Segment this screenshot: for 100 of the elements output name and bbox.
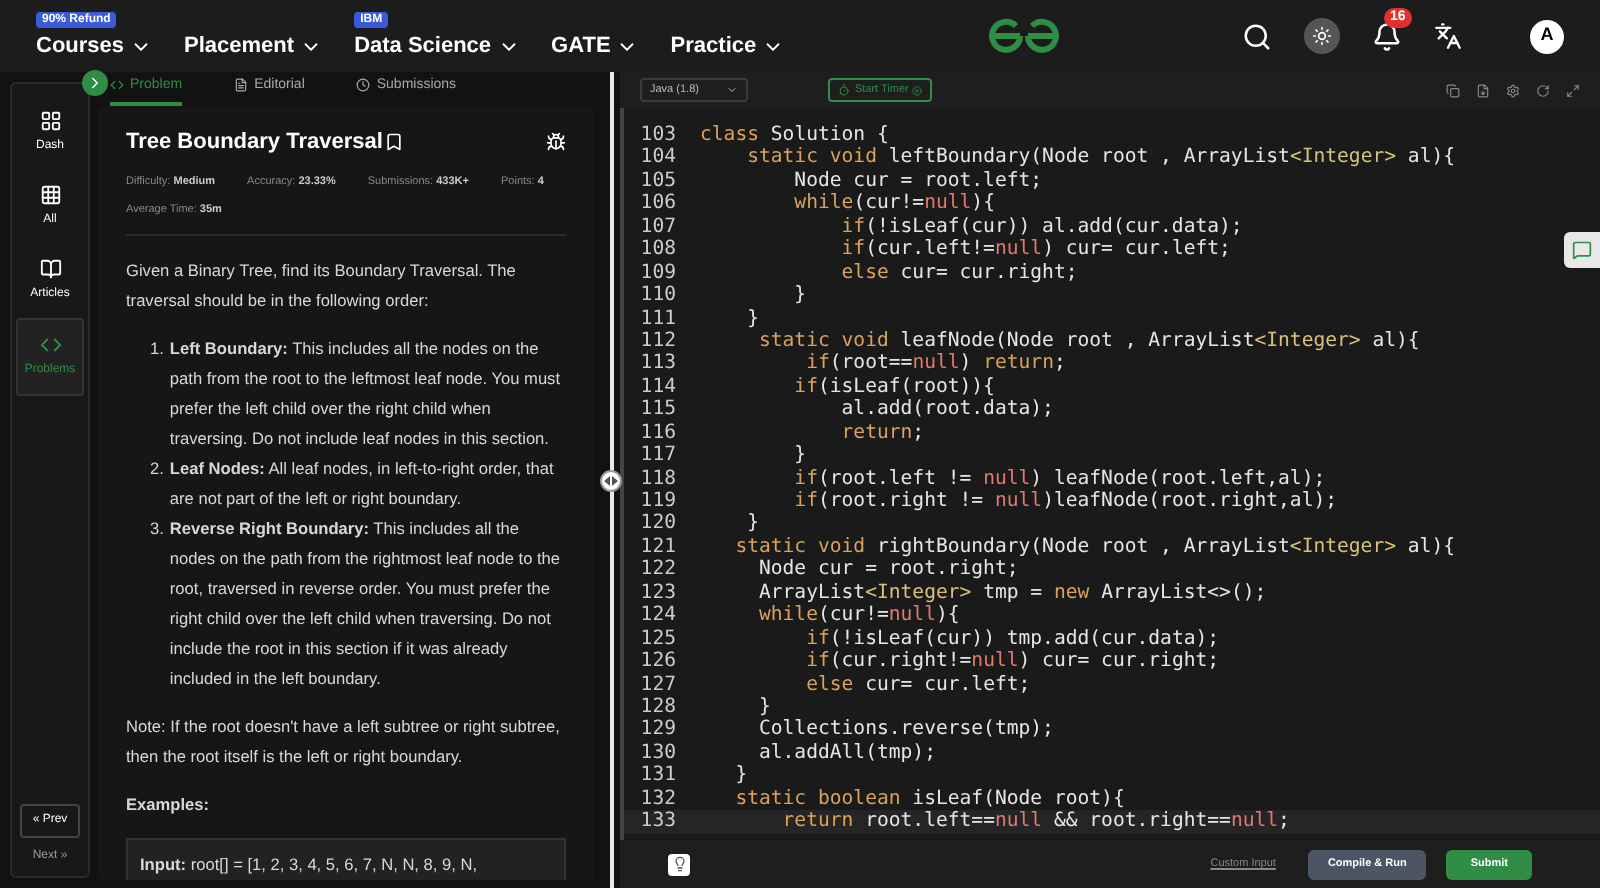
tab-icon <box>110 78 124 93</box>
line-number: 111 <box>638 307 678 330</box>
code-line: static void rightBoundary(Node root , ArrayList<Integer> al){ <box>733 535 1456 559</box>
code-line: if(!isLeaf(cur)) tmp.add(cur.data); <box>804 627 1220 651</box>
line-number: 107 <box>638 215 678 239</box>
problem-description: Given a Binary Tree, find its Boundary Traversal. The traversal should be in the following order: <box>126 258 518 314</box>
line-number: 104 <box>638 146 678 170</box>
sidebar-item-icon <box>39 258 61 280</box>
line-number: 117 <box>638 444 678 468</box>
code-line: Node cur = root.left; <box>792 169 1043 193</box>
code-line: while(cur!=null){ <box>756 604 960 628</box>
expand-button[interactable] <box>82 70 108 96</box>
sidebar-item-icon <box>39 184 61 206</box>
line-number: 128 <box>638 695 678 719</box>
code-line: static void leftBoundary(Node root , ArrayList<Integer> al){ <box>745 146 1456 170</box>
chat-icon <box>1572 240 1592 260</box>
bookmark-icon[interactable] <box>384 132 405 153</box>
code-line: ArrayList<Integer> tmp = new ArrayList<>(); <box>756 581 1267 605</box>
tab-icon <box>234 78 249 93</box>
code-line: } <box>745 512 759 536</box>
line-number: 121 <box>638 535 678 559</box>
code-line: al.addAll(tmp); <box>756 741 936 765</box>
line-number: 113 <box>638 352 678 376</box>
line-number: 129 <box>638 718 678 742</box>
fullscreen-icon[interactable] <box>1566 83 1580 97</box>
code-line: while(cur!=null){ <box>792 192 995 216</box>
code-line: if(isLeaf(root)){ <box>792 375 995 399</box>
code-line: al.add(root.data); <box>839 398 1054 422</box>
code-line: } <box>792 444 807 468</box>
code-line: if(!isLeaf(cur)) al.add(cur.data); <box>839 215 1243 239</box>
copy-icon[interactable] <box>1446 83 1460 97</box>
hint-button[interactable] <box>668 853 690 875</box>
line-number: 131 <box>638 764 678 788</box>
line-number: 103 <box>638 124 678 147</box>
line-number: 114 <box>638 375 678 399</box>
nav-menu-item[interactable]: GATE <box>551 29 639 63</box>
examples-heading: Examples: <box>126 792 212 818</box>
chat-button[interactable] <box>1564 232 1600 268</box>
code-line: } <box>792 284 807 307</box>
logo-icon <box>983 18 1064 54</box>
line-number: 106 <box>638 192 678 216</box>
theme-toggle-button[interactable] <box>1304 18 1340 54</box>
sidebar-item-icon <box>39 110 61 132</box>
line-number: 110 <box>638 284 678 307</box>
chevron-right-icon <box>86 74 104 92</box>
line-number: 125 <box>638 627 678 651</box>
line-number: 124 <box>638 604 678 628</box>
line-number: 112 <box>638 329 678 353</box>
line-number: 127 <box>638 673 678 696</box>
code-line: Node cur = root.right; <box>756 558 1019 582</box>
problem-title: Tree Boundary Traversal <box>126 128 383 158</box>
line-number: 109 <box>638 261 678 285</box>
code-line: if(root.left != null) leafNode(root.left,al); <box>792 467 1326 490</box>
chevron-down-icon <box>726 84 739 96</box>
line-number: 132 <box>638 787 678 811</box>
search-icon[interactable] <box>1242 21 1272 51</box>
code-line: if(root.right != null)leafNode(root.right,al); <box>792 490 1338 513</box>
note-text: Note: If the root doesn't have a left subtree or right subtree, then the root itself is the left or right boundary. <box>126 714 562 770</box>
list-item-text: Reverse Right Boundary: This includes all the nodes on the path from the rightmost leaf node to the root, traversed in reverse order. You must prefer the right child over the left child when traversing. Do not include the root in this section if it was already included in the left boundary. <box>169 516 563 692</box>
list-number: 1. <box>150 336 164 362</box>
code-line: else cur= cur.right; <box>839 261 1078 285</box>
list-number: 3. <box>150 516 164 542</box>
code-line: static void leafNode(Node root , ArrayList<Integer> al){ <box>756 329 1420 353</box>
timer-icon <box>838 84 851 96</box>
notification-icon[interactable] <box>1372 21 1402 51</box>
code-line: if(cur.right!=null) cur= cur.right; <box>804 650 1220 673</box>
reset-icon[interactable] <box>1536 83 1550 97</box>
line-number: 108 <box>638 238 678 262</box>
resize-handle[interactable] <box>600 469 622 491</box>
settings-icon[interactable] <box>1506 83 1520 97</box>
nav-menu-item[interactable]: Courses <box>36 29 153 63</box>
line-number: 122 <box>638 558 678 582</box>
line-number: 116 <box>638 421 678 445</box>
list-number: 2. <box>150 456 164 482</box>
list-item-text: Leaf Nodes: All leaf nodes, in left-to-right order, that are not part of the left or right boundary. <box>169 456 556 512</box>
line-number: 105 <box>638 169 678 193</box>
code-line: static boolean isLeaf(Node root){ <box>733 787 1125 811</box>
sun-icon <box>1312 26 1332 46</box>
example-input-text: Input: root[] = [1, 2, 3, 4, 5, 6, 7, N, N, 8, 9, N, <box>140 854 478 874</box>
list-item-text: Left Boundary: This includes all the nodes on the path from the root to the leftmost leaf node. You must prefer the left child over the right child when traversing. Do not include leaf nodes in this section. <box>169 336 563 452</box>
code-line: if(root==null) return; <box>804 352 1066 376</box>
nav-menu-item[interactable]: Practice <box>670 29 785 63</box>
nav-menu-item[interactable]: Data Science <box>354 29 520 63</box>
line-number: 123 <box>638 581 678 605</box>
nav-menu-item[interactable]: Placement <box>184 29 323 63</box>
code-line: return; <box>839 421 925 445</box>
file-icon[interactable] <box>1476 83 1490 97</box>
code-line: Collections.reverse(tmp); <box>756 718 1054 742</box>
line-number: 130 <box>638 741 678 765</box>
line-number: 115 <box>638 398 678 422</box>
line-number: 133 <box>638 810 678 834</box>
bug-report-icon[interactable] <box>546 132 566 153</box>
translate-icon[interactable] <box>1434 22 1462 50</box>
play-icon <box>912 85 923 95</box>
code-line: else cur= cur.left; <box>804 673 1031 696</box>
user-avatar[interactable]: A <box>1530 19 1564 53</box>
code-line: return root.left==null && root.right==null; <box>780 810 1290 834</box>
line-number: 119 <box>638 490 678 513</box>
code-line: } <box>756 695 771 719</box>
line-number: 118 <box>638 467 678 490</box>
